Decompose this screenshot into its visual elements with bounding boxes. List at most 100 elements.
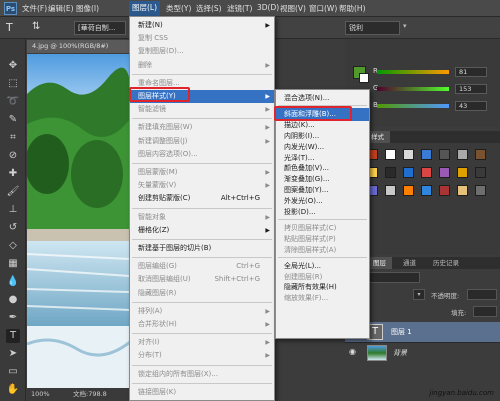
- style-swatch[interactable]: [457, 185, 468, 196]
- move-tool-icon[interactable]: ✥: [6, 59, 20, 73]
- orientation-toggle-icon[interactable]: ⇅: [32, 21, 40, 32]
- fill-field[interactable]: [473, 306, 497, 317]
- style-swatch[interactable]: [457, 167, 468, 178]
- menu-image[interactable]: 图像(I): [76, 3, 99, 14]
- menu-help[interactable]: 帮助(H): [339, 3, 366, 14]
- menu-separator: [132, 382, 272, 384]
- menu-separator: [132, 163, 272, 164]
- tab-channels[interactable]: 通道: [397, 257, 422, 269]
- style-swatch[interactable]: [475, 185, 486, 196]
- style-swatch[interactable]: [457, 149, 468, 160]
- menu-select[interactable]: 选择(S): [196, 3, 222, 14]
- chevron-down-icon[interactable]: ▾: [403, 22, 407, 30]
- menu-3d[interactable]: 3D(D): [257, 3, 279, 12]
- document-tab[interactable]: 4.jpg @ 100%(RGB/8#): [27, 40, 131, 53]
- blue-value[interactable]: 43: [455, 101, 487, 111]
- style-swatch[interactable]: [439, 167, 450, 178]
- eraser-tool-icon[interactable]: ◇: [6, 239, 20, 253]
- menu-view[interactable]: 视图(V): [280, 3, 306, 14]
- blend-mode-chevron-icon[interactable]: ▾: [413, 289, 425, 300]
- style-swatch[interactable]: [385, 167, 396, 178]
- layer-style-submenu: 混合选项(N)... 斜面和浮雕(B)... 描边(K)... 内阴影(I)... 内发…: [275, 89, 370, 339]
- pen-tool-icon[interactable]: ✒: [6, 311, 20, 325]
- menu-item: 矢量蒙版(V) ▶: [130, 179, 274, 192]
- green-slider[interactable]: [377, 87, 449, 91]
- submenu-arrow-icon: ▶: [265, 352, 270, 360]
- style-swatch[interactable]: [403, 167, 414, 178]
- background-color-swatch[interactable]: [359, 73, 369, 83]
- menu-item[interactable]: 新建基于图层的切片(B): [130, 242, 274, 255]
- menu-item-label: 混合选项(N)...: [284, 94, 330, 102]
- brush-tool-icon[interactable]: 🖌: [6, 185, 20, 199]
- menu-item[interactable]: 混合选项(N)...: [276, 92, 369, 105]
- menu-edit[interactable]: 编辑(E): [48, 3, 74, 14]
- document-info[interactable]: 文档:798.8: [73, 388, 107, 401]
- style-swatch[interactable]: [475, 149, 486, 160]
- style-swatch[interactable]: [421, 167, 432, 178]
- dodge-tool-icon[interactable]: ●: [6, 293, 20, 307]
- layer-name[interactable]: 图层 1: [391, 327, 412, 337]
- menu-item: 新建调整图层(J) ▶: [130, 135, 274, 148]
- font-family-field[interactable]: [華荷自制...: [74, 21, 126, 35]
- type-tool-icon[interactable]: T: [6, 21, 13, 34]
- menu-item-label: 取消图层编组(U): [138, 275, 191, 284]
- red-slider[interactable]: [377, 70, 449, 74]
- layer-filter-select[interactable]: [365, 272, 420, 283]
- menu-file[interactable]: 文件(F): [22, 3, 47, 14]
- menu-separator: [132, 73, 272, 75]
- shape-tool-icon[interactable]: ▭: [6, 365, 20, 379]
- path-select-tool-icon[interactable]: ➤: [6, 347, 20, 361]
- antialias-select[interactable]: 锐利: [345, 21, 400, 35]
- blur-tool-icon[interactable]: 💧: [6, 275, 20, 289]
- lasso-tool-icon[interactable]: ➰: [6, 95, 20, 109]
- healing-brush-tool-icon[interactable]: ✚: [6, 167, 20, 181]
- tools-panel: ✥ ⬚ ➰ ✎ ⌗ ⊘ ✚ 🖌 ⊥ ↺ ◇ ▦ 💧 ● ✒ T ➤ ▭ ✋: [0, 39, 26, 401]
- zoom-level[interactable]: 100%: [31, 388, 50, 401]
- menu-item-label: 复制图层(D)...: [138, 47, 184, 56]
- menu-item-label: 智能滤镜: [138, 105, 166, 114]
- menu-separator: [278, 256, 367, 258]
- layer-name[interactable]: 背景: [393, 348, 407, 358]
- style-swatch[interactable]: [421, 185, 432, 196]
- quick-select-tool-icon[interactable]: ✎: [6, 113, 20, 127]
- layer-row[interactable]: ◉ 背景: [345, 342, 500, 362]
- menu-item[interactable]: 新建(N) ▶: [130, 19, 274, 32]
- menu-filter[interactable]: 滤镜(T): [227, 3, 252, 14]
- menu-type[interactable]: 类型(Y): [166, 3, 191, 14]
- style-swatch[interactable]: [385, 185, 396, 196]
- landscape-photo: [27, 54, 130, 388]
- tab-history[interactable]: 历史记录: [427, 257, 465, 269]
- menu-layer[interactable]: 图层(L): [129, 1, 161, 16]
- style-swatch[interactable]: [403, 185, 414, 196]
- style-swatch[interactable]: [439, 149, 450, 160]
- tab-layers[interactable]: 图层: [367, 257, 392, 269]
- gradient-tool-icon[interactable]: ▦: [6, 257, 20, 271]
- history-brush-tool-icon[interactable]: ↺: [6, 221, 20, 235]
- photoshop-window: Ps 文件(F) 编辑(E) 图像(I) 图层(L) 类型(Y) 选择(S) 滤…: [0, 0, 500, 401]
- menu-item-label: 合并形状(H): [138, 320, 177, 328]
- blue-slider[interactable]: [377, 104, 449, 108]
- menu-item[interactable]: 投影(D)...: [276, 206, 369, 219]
- menu-item-label: 图层蒙版(M): [138, 168, 178, 176]
- style-swatch[interactable]: [421, 149, 432, 160]
- style-swatch[interactable]: [475, 167, 486, 178]
- green-value[interactable]: 153: [455, 84, 487, 94]
- text-tool-icon[interactable]: T: [6, 329, 20, 343]
- eye-icon[interactable]: ◉: [349, 347, 356, 356]
- crop-tool-icon[interactable]: ⌗: [6, 131, 20, 145]
- marquee-tool-icon[interactable]: ⬚: [6, 77, 20, 91]
- style-swatch[interactable]: [403, 149, 414, 160]
- menu-item[interactable]: 创建剪贴蒙版(C) Alt+Ctrl+G: [130, 192, 274, 205]
- canvas-image[interactable]: [27, 54, 130, 388]
- eyedropper-tool-icon[interactable]: ⊘: [6, 149, 20, 163]
- hand-tool-icon[interactable]: ✋: [6, 383, 20, 397]
- menu-window[interactable]: 窗口(W): [309, 3, 337, 14]
- menu-item[interactable]: 栅格化(Z) ▶: [130, 224, 274, 237]
- menu-separator: [132, 333, 272, 335]
- submenu-arrow-icon: ▶: [265, 307, 270, 315]
- style-swatch[interactable]: [385, 149, 396, 160]
- red-value[interactable]: 81: [455, 67, 487, 77]
- style-swatch[interactable]: [439, 185, 450, 196]
- clone-stamp-tool-icon[interactable]: ⊥: [6, 203, 20, 217]
- opacity-field[interactable]: [467, 289, 497, 300]
